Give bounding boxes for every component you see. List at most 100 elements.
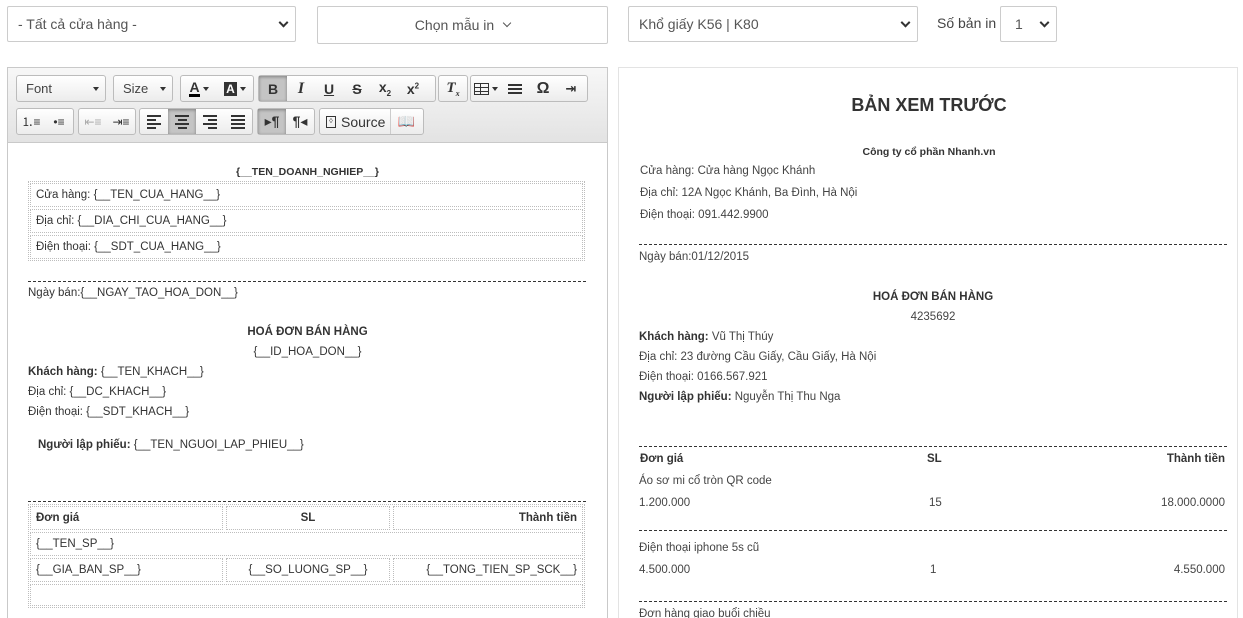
preview-note: Đơn hàng giao buổi chiều (639, 608, 771, 618)
remove-format-button[interactable]: Tx (439, 76, 467, 101)
italic-icon: I (297, 79, 305, 97)
preview-item-name: Điện thoại iphone 5s cũ (639, 542, 760, 554)
editor-toolbar: Font Size A A B I U S x2 x2 Tx Ω ⇥ ⒈≡ •≡… (8, 68, 607, 143)
divider (639, 446, 1227, 447)
preview-col-price: Đơn giá (640, 453, 684, 465)
bullet-list-button[interactable]: •≡ (45, 109, 73, 134)
preview-creator-value: Nguyễn Thị Thu Nga (731, 391, 841, 403)
font-combo-label: Font (26, 81, 53, 96)
copies-select[interactable]: 1 (1000, 6, 1057, 42)
font-combo[interactable]: Font (16, 75, 106, 102)
preview-item-price: 4.500.000 (639, 564, 691, 576)
text-direction-ltr-icon: ▸¶ (264, 113, 280, 129)
superscript-button[interactable]: x2 (399, 76, 427, 101)
bold-button[interactable]: B (259, 76, 287, 101)
outdent-button[interactable]: ⇤≡ (79, 109, 107, 134)
indent-block-button[interactable]: ⇥ (557, 76, 585, 101)
preview-item-name: Áo sơ mi cổ tròn QR code (639, 475, 772, 487)
remove-format-icon: Tx (446, 79, 460, 98)
source-button[interactable]: ◊ Source (320, 109, 390, 134)
special-char-button[interactable]: Ω (529, 76, 557, 101)
numbered-list-button[interactable]: ⒈≡ (17, 109, 45, 134)
align-center-button[interactable] (168, 109, 196, 134)
preview-phone: Điện thoại: 091.442.9900 (640, 209, 769, 221)
horizontal-line-icon (508, 83, 522, 94)
chevron-down-icon (278, 17, 289, 28)
product-name-cell: {__TEN_SP__} (30, 532, 583, 556)
ltr-button[interactable]: ▸¶ (258, 109, 286, 134)
customer-address: Địa chỉ: {__DC_KHACH__} (28, 386, 167, 398)
product-total-cell: {__TONG_TIEN_SP_SCK__} (393, 558, 583, 582)
paper-size-select[interactable]: Khổ giấy K56 | K80 (628, 6, 918, 42)
divider (639, 244, 1227, 245)
templates-button[interactable]: 📖 (390, 109, 422, 134)
underline-button[interactable]: U (315, 76, 343, 101)
chevron-down-icon (93, 86, 99, 91)
preview-customer: Khách hàng: Vũ Thị Thúy (639, 331, 773, 343)
chevron-down-icon (239, 86, 246, 91)
copies-value: 1 (1015, 16, 1023, 32)
preview-customer-phone: Điện thoại: 0166.567.921 (639, 371, 768, 383)
text-color-button[interactable]: A (181, 76, 217, 101)
chevron-down-icon (502, 18, 512, 28)
subscript-icon: x2 (378, 79, 392, 98)
align-justify-icon (231, 114, 245, 129)
preview-col-qty: SL (927, 453, 942, 465)
product-price-cell: {__GIA_BAN_SP__} (30, 558, 223, 582)
preview-creator-label: Người lập phiếu: (639, 391, 732, 403)
numbered-list-icon: ⒈≡ (21, 115, 41, 129)
preview-item-price: 1.200.000 (639, 497, 691, 509)
align-right-button[interactable] (196, 109, 224, 134)
template-select[interactable]: Chọn mẫu in (317, 6, 608, 44)
table-button[interactable] (471, 76, 501, 101)
customer-label: Khách hàng: (28, 366, 98, 378)
table-icon (474, 82, 489, 95)
horizontal-line-button[interactable] (501, 76, 529, 101)
size-combo-inner: Size (114, 76, 172, 101)
subscript-button[interactable]: x2 (371, 76, 399, 101)
indent-button[interactable]: ⇥≡ (107, 109, 135, 134)
preview-item-total: 18.000.0000 (1161, 497, 1225, 509)
superscript-icon: x2 (406, 80, 420, 97)
print-preview: BẢN XEM TRƯỚC Công ty cổ phần Nhanh.vn C… (618, 67, 1238, 618)
col-total-header: Thành tiền (393, 506, 583, 530)
col-price-header: Đơn giá (30, 506, 223, 530)
preview-store: Cửa hàng: Cửa hàng Ngọc Khánh (640, 165, 816, 177)
copies-label: Số bản in (937, 15, 997, 31)
store-select-value: - Tất cả cửa hàng - (18, 16, 137, 32)
justify-button[interactable] (224, 109, 252, 134)
creator-label: Người lập phiếu: (38, 439, 131, 451)
align-group (139, 108, 253, 135)
bg-color-button[interactable]: A (217, 76, 253, 101)
divider (28, 281, 586, 282)
rtl-button[interactable]: ¶◂ (286, 109, 314, 134)
preview-date: Ngày bán:01/12/2015 (639, 251, 749, 263)
strikethrough-icon: S (352, 80, 362, 97)
preview-col-total: Thành tiền (1166, 453, 1225, 465)
underline-icon: U (323, 80, 335, 97)
preview-customer-value: Vũ Thị Thúy (708, 331, 774, 343)
italic-button[interactable]: I (287, 76, 315, 101)
size-combo[interactable]: Size (113, 75, 173, 102)
align-right-icon (203, 114, 217, 129)
format-group: B I U S x2 x2 (258, 75, 436, 102)
color-group: A A (180, 75, 254, 102)
editor-content[interactable]: {__TEN_DOANH_NGHIEP__} Cửa hàng: {__TEN_… (8, 144, 607, 618)
omega-icon: Ω (536, 79, 550, 97)
background-color-icon: A (224, 81, 237, 96)
creator-value: {__TEN_NGUOI_LAP_PHIEU__} (130, 439, 304, 451)
source-group: ◊ Source 📖 (319, 108, 424, 135)
preview-item-qty: 15 (929, 497, 942, 509)
customer-value: {__TEN_KHACH__} (97, 366, 204, 378)
indent-group: ⇤≡ ⇥≡ (78, 108, 136, 135)
preview-title: BẢN XEM TRƯỚC (851, 95, 1007, 115)
strike-button[interactable]: S (343, 76, 371, 101)
invoice-title: HOÁ ĐƠN BÁN HÀNG (247, 326, 368, 338)
preview-customer-label: Khách hàng: (639, 331, 709, 343)
direction-group: ▸¶ ¶◂ (257, 108, 315, 135)
text-color-icon: A (189, 78, 200, 97)
align-left-button[interactable] (140, 109, 168, 134)
insert-group: Ω ⇥ (470, 75, 588, 102)
template-editor: Font Size A A B I U S x2 x2 Tx Ω ⇥ ⒈≡ •≡… (7, 67, 608, 618)
store-select[interactable]: - Tất cả cửa hàng - (7, 6, 296, 42)
